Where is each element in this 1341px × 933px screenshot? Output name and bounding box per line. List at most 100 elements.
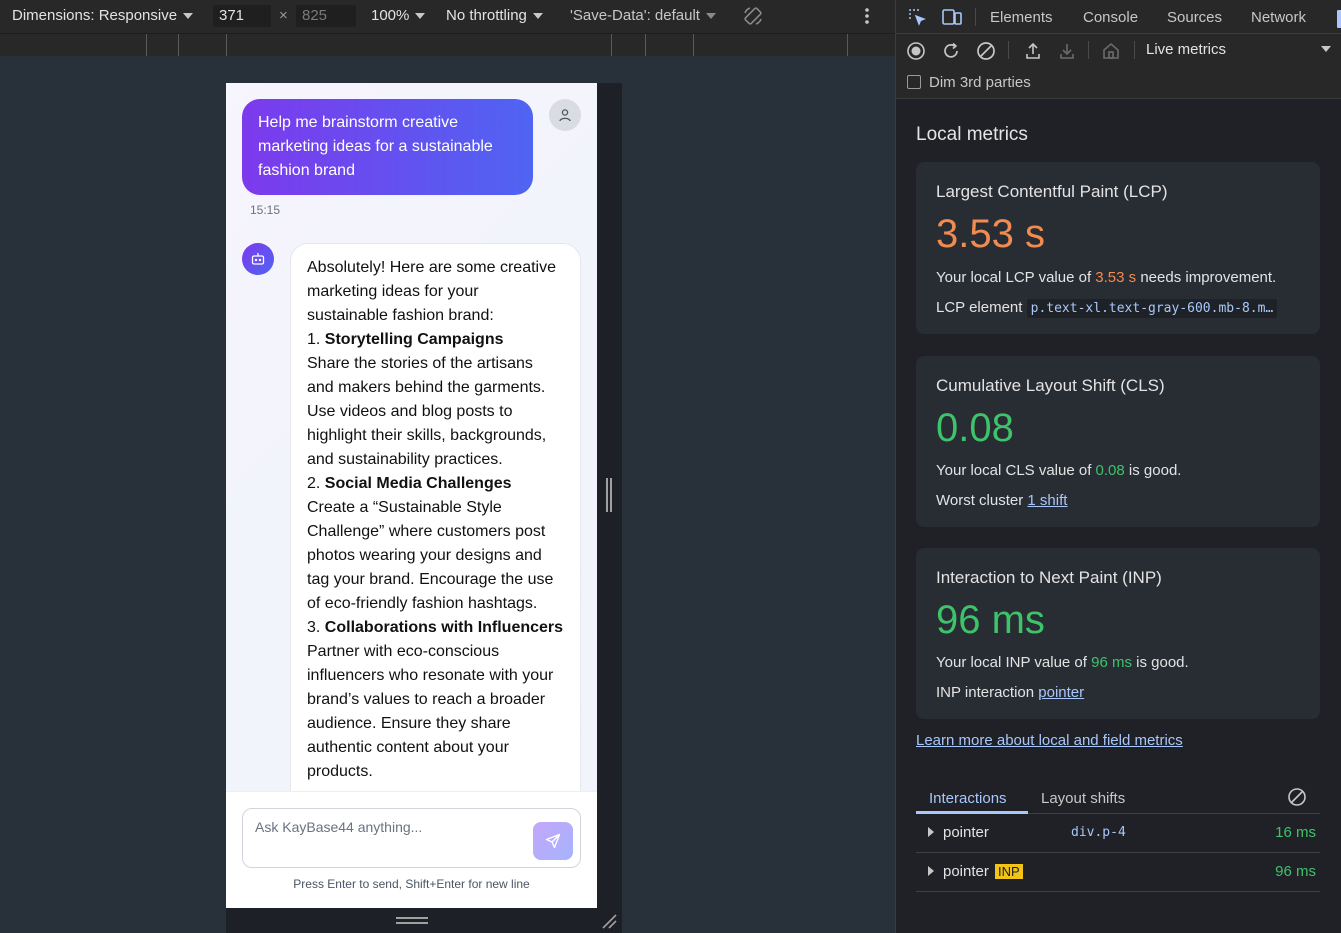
chat-input[interactable]: Ask KayBase44 anything... [242, 808, 581, 868]
interaction-target[interactable]: div.p-4 [1071, 825, 1126, 840]
live-metrics-content: Local metrics Largest Contentful Paint (… [896, 100, 1341, 933]
interaction-row[interactable]: pointer INP 96 ms [916, 853, 1320, 892]
tab-console[interactable]: Console [1083, 9, 1138, 26]
cls-desc-prefix: Your local CLS value of [936, 462, 1096, 479]
interaction-name: pointer [943, 824, 989, 841]
phone-screen: Help me brainstorm creative marketing id… [226, 83, 597, 908]
dim-3rd-parties-label: Dim 3rd parties [929, 74, 1031, 91]
lcp-desc-suffix: needs improvement. [1136, 269, 1277, 286]
resize-handle-bottom[interactable] [396, 917, 428, 924]
chevron-down-icon [705, 13, 716, 20]
ruler-tick [847, 34, 848, 56]
ruler-tick [693, 34, 694, 56]
user-avatar [549, 99, 581, 131]
dimensions-dropdown[interactable]: Dimensions: Responsive [12, 7, 194, 24]
expand-triangle-icon[interactable] [928, 827, 934, 837]
interactions-subtabs: Interactions Layout shifts [916, 786, 1320, 814]
ruler-tick [178, 34, 179, 56]
user-message-bubble: Help me brainstorm creative marketing id… [242, 99, 533, 195]
cls-worst-cluster-row: Worst cluster 1 shift [936, 492, 1067, 509]
resize-corner-icon[interactable] [601, 913, 617, 929]
subtab-layout-shifts[interactable]: Layout shifts [1041, 790, 1125, 807]
zoom-dropdown[interactable]: 100% [371, 7, 426, 24]
throttling-dropdown[interactable]: No throttling [446, 7, 543, 24]
subtab-interactions[interactable]: Interactions [929, 790, 1007, 807]
rotate-icon[interactable] [742, 5, 764, 31]
home-icon[interactable] [1101, 41, 1121, 66]
interaction-duration: 16 ms [1275, 824, 1316, 841]
inspect-element-icon[interactable] [907, 7, 927, 31]
item-body: Create a “Sustainable Style Challenge” w… [307, 499, 554, 612]
tab-separator [975, 8, 976, 26]
ruler-tick [611, 34, 612, 56]
dimensions-label: Dimensions: Responsive [12, 7, 178, 24]
lcp-element-row: LCP element p.text-xl.text-gray-600.mb-8… [936, 299, 1278, 318]
chevron-down-icon[interactable] [1321, 46, 1331, 52]
ruler-tick [226, 34, 227, 56]
list-item: 1. Storytelling Campaigns [307, 328, 564, 352]
item-title: Social Media Challenges [324, 475, 512, 492]
toolbar-separator [1088, 41, 1089, 59]
inp-interaction-label: INP interaction [936, 684, 1035, 701]
lcp-element-selector[interactable]: p.text-xl.text-gray-600.mb-8.m… [1026, 299, 1278, 318]
tab-network[interactable]: Network [1251, 9, 1306, 26]
download-icon[interactable] [1057, 41, 1077, 66]
times-icon: × [279, 7, 288, 24]
item-title: Storytelling Campaigns [324, 331, 504, 348]
lcp-desc-value: 3.53 s [1095, 269, 1137, 286]
clear-interactions-icon[interactable] [1287, 787, 1307, 812]
device-toggle-icon[interactable] [941, 7, 963, 31]
cls-worst-cluster-link[interactable]: 1 shift [1027, 492, 1067, 509]
ruler-tick [146, 34, 147, 56]
lcp-description: Your local LCP value of 3.53 s needs imp… [936, 269, 1276, 286]
inp-desc-prefix: Your local INP value of [936, 654, 1092, 671]
interaction-row[interactable]: pointer div.p-4 16 ms [916, 814, 1320, 853]
toolbar-separator [1134, 41, 1135, 59]
tab-sources[interactable]: Sources [1167, 9, 1222, 26]
chevron-down-icon [415, 13, 426, 20]
send-button[interactable] [533, 822, 573, 860]
toolbar-separator [1008, 41, 1009, 59]
interaction-name: pointer INP [943, 863, 1023, 880]
message-timestamp: 15:15 [250, 203, 281, 217]
media-query-ruler[interactable] [0, 33, 895, 56]
learn-more-link[interactable]: Learn more about local and field metrics [916, 732, 1183, 749]
inp-title: Interaction to Next Paint (INP) [936, 568, 1162, 587]
inp-interaction-row: INP interaction pointer [936, 684, 1084, 701]
dim-3rd-parties-row: Dim 3rd parties [896, 66, 1341, 99]
dim-3rd-parties-checkbox[interactable] [907, 75, 921, 89]
chat-composer: Ask KayBase44 anything... Press Enter to… [226, 791, 597, 908]
tab-performance-overflow[interactable] [1337, 10, 1341, 28]
item-body: Partner with eco-conscious influencers w… [307, 643, 554, 780]
resize-handle-right[interactable] [606, 478, 612, 512]
inp-interaction-link[interactable]: pointer [1038, 684, 1084, 701]
save-data-dropdown[interactable]: 'Save-Data': default [570, 7, 716, 24]
width-input[interactable]: 371 [213, 5, 271, 27]
user-icon [559, 109, 571, 122]
interaction-duration: 96 ms [1275, 863, 1316, 880]
performance-toolbar: Live metrics [896, 34, 1341, 66]
inp-desc-value: 96 ms [1091, 654, 1132, 671]
inp-desc-suffix: is good. [1131, 654, 1189, 671]
height-input[interactable]: 825 [296, 5, 356, 27]
lcp-desc-prefix: Your local LCP value of [936, 269, 1096, 286]
list-item: 2. Social Media Challenges [307, 472, 564, 496]
clear-icon[interactable] [976, 41, 996, 66]
devtools-tabbar: Elements Console Sources Network [896, 0, 1341, 34]
cls-desc-value: 0.08 [1095, 462, 1125, 479]
more-options-icon[interactable] [862, 6, 872, 30]
item-number: 1. [307, 331, 321, 348]
inp-value: 96 ms [936, 598, 1045, 642]
upload-icon[interactable] [1023, 41, 1043, 66]
bot-avatar [242, 243, 274, 275]
live-metrics-dropdown[interactable]: Live metrics [1146, 41, 1226, 58]
cls-description: Your local CLS value of 0.08 is good. [936, 462, 1181, 479]
item-title: Collaborations with Influencers [324, 619, 564, 636]
expand-triangle-icon[interactable] [928, 866, 934, 876]
inp-card: Interaction to Next Paint (INP) 96 ms Yo… [916, 548, 1320, 719]
tab-elements[interactable]: Elements [990, 9, 1053, 26]
reload-icon[interactable] [941, 41, 961, 66]
record-icon[interactable] [906, 41, 926, 66]
section-title: Local metrics [916, 124, 1028, 145]
list-item: 3. Collaborations with Influencers [307, 616, 564, 640]
